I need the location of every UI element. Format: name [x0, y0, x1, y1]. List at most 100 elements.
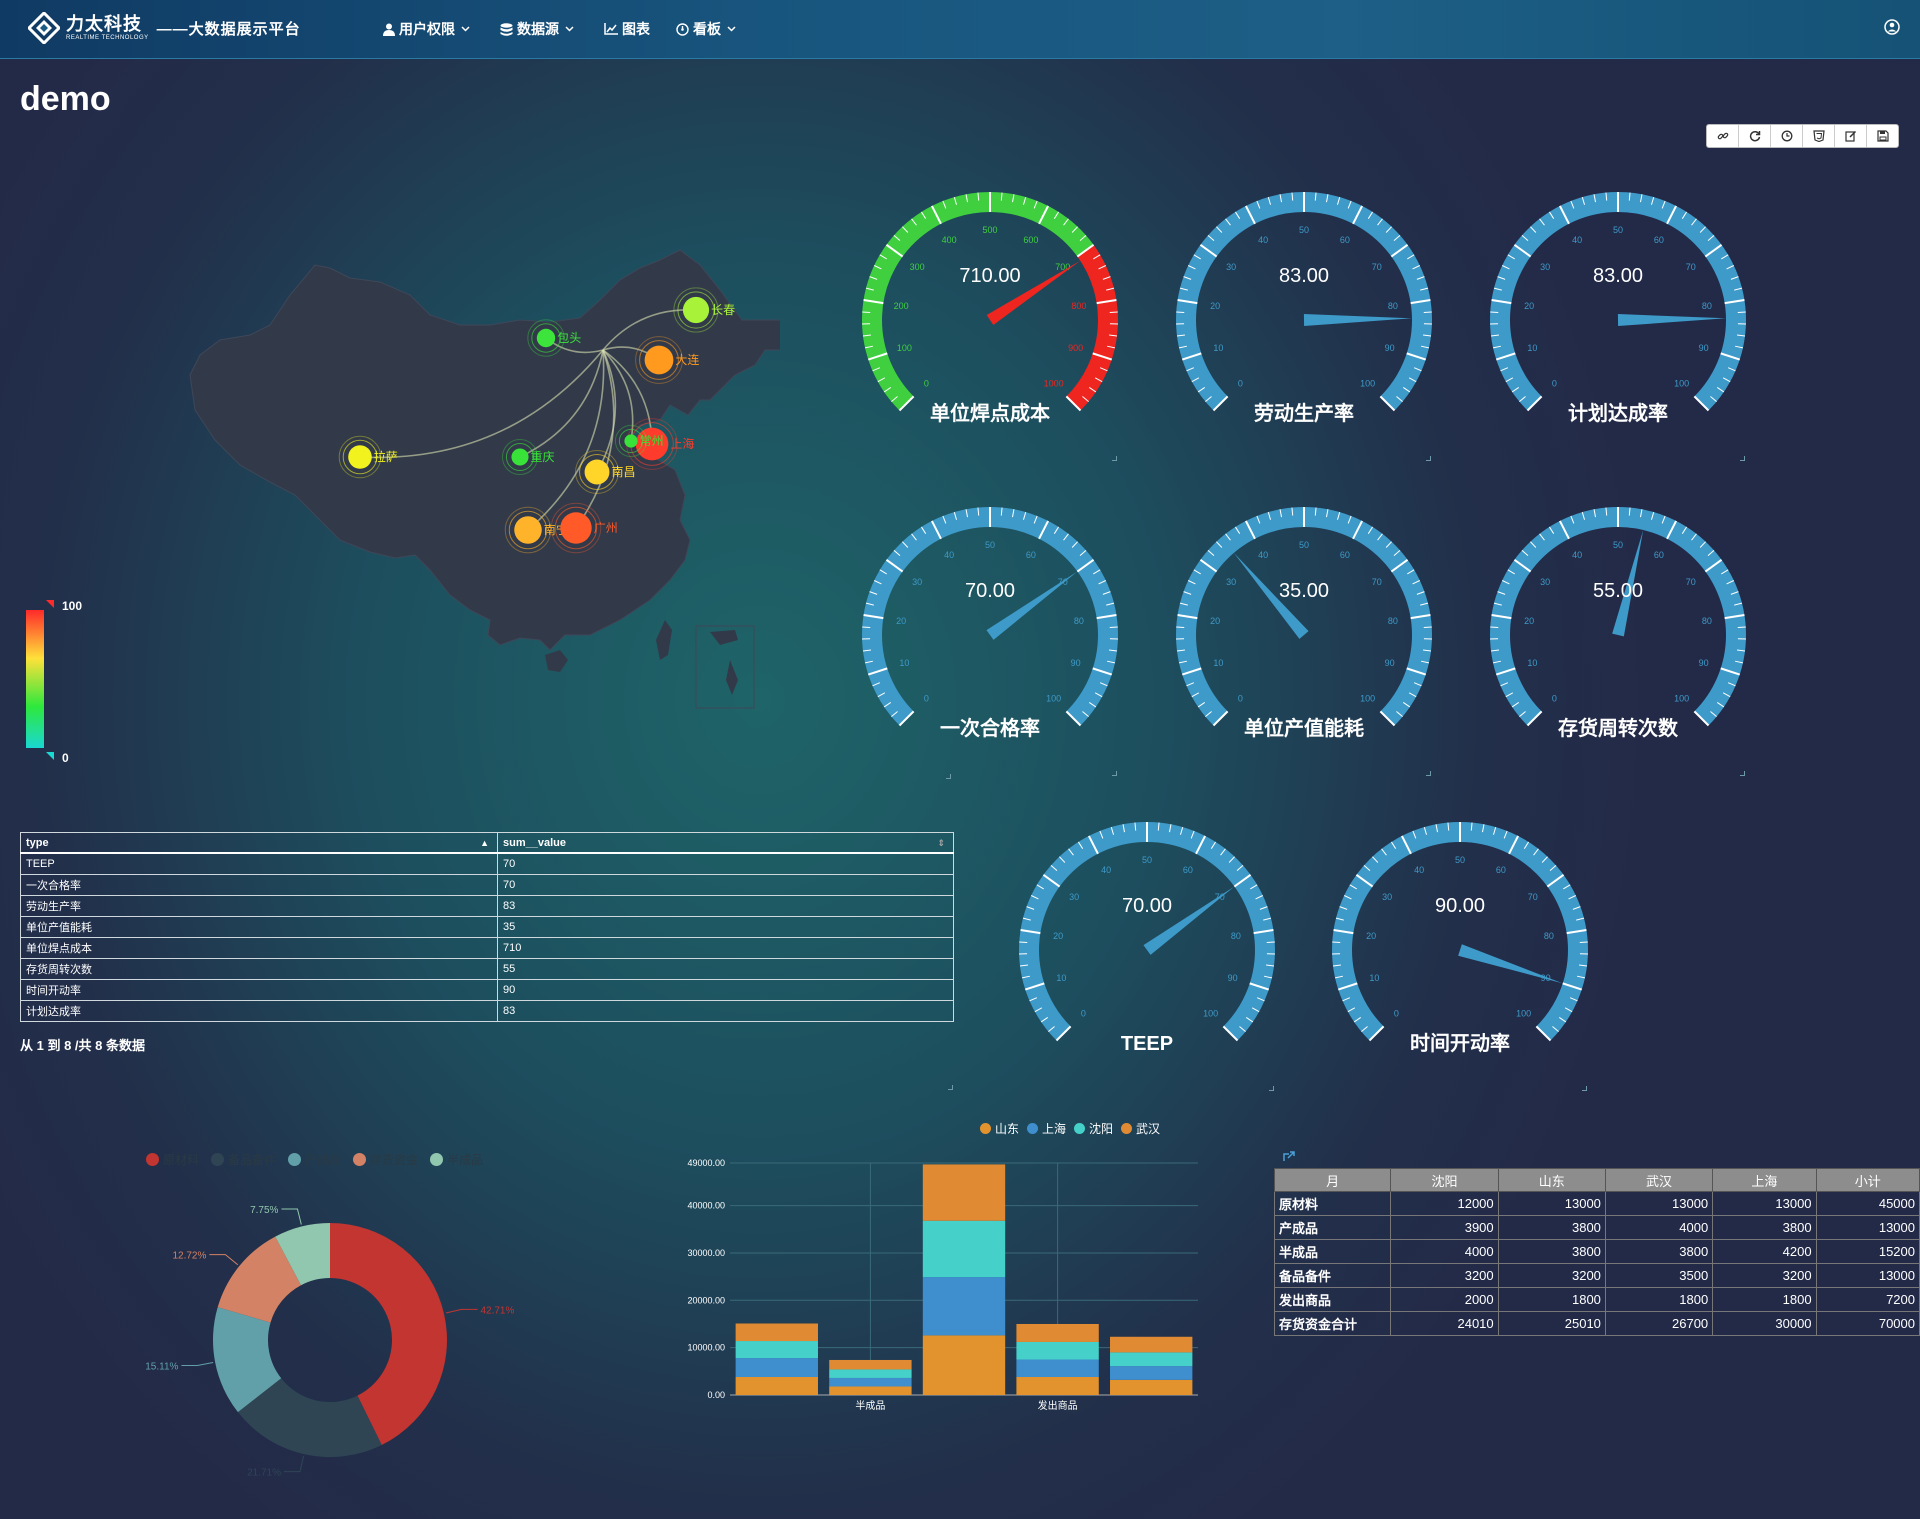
save-button[interactable] [1867, 125, 1898, 147]
resize-handle[interactable] [946, 774, 951, 779]
chevron-down-icon [461, 26, 470, 32]
bar-segment[interactable] [922, 1335, 1006, 1395]
resize-handle[interactable] [1426, 771, 1431, 776]
legend-item[interactable]: 山东 [980, 1120, 1019, 1137]
legend-item[interactable]: 原材料 [146, 1151, 199, 1168]
table-row[interactable]: 时间开动率 90 [20, 979, 954, 1001]
pivot-row: 产成品 3900 3800 4000 3800 13000 [1273, 1215, 1920, 1240]
bar-segment[interactable] [1110, 1366, 1193, 1380]
edit-button[interactable] [1835, 125, 1867, 147]
gauge-scale-label: 40 [1258, 550, 1268, 560]
bar-segment[interactable] [1016, 1377, 1099, 1395]
city-dot [644, 345, 674, 375]
schedule-button[interactable] [1771, 125, 1803, 147]
export-icon[interactable] [1283, 1150, 1295, 1162]
bar-segment[interactable] [922, 1220, 1006, 1278]
resize-handle[interactable] [1740, 456, 1745, 461]
scale-handle-top[interactable] [46, 600, 54, 608]
link-button[interactable] [1707, 125, 1739, 147]
pivot-row-header: 原材料 [1273, 1191, 1392, 1216]
css-icon [1812, 130, 1825, 142]
hainan-island [545, 650, 568, 672]
gauge-scale-label: 0 [1552, 379, 1557, 389]
legend-dot [211, 1153, 225, 1166]
pivot-row-header: 发出商品 [1273, 1287, 1392, 1312]
bar-segment[interactable] [1016, 1323, 1099, 1342]
column-header-sum-value[interactable]: sum__value ⇕ [497, 832, 954, 854]
resize-handle[interactable] [1112, 456, 1117, 461]
legend-item[interactable]: 半成品 [430, 1151, 483, 1168]
account-icon[interactable] [1884, 19, 1900, 35]
pivot-cell: 1800 [1712, 1287, 1817, 1312]
gauge-scale-label: 0 [924, 694, 929, 704]
table-row[interactable]: 计划达成率 83 [20, 1000, 954, 1022]
css-button[interactable] [1803, 125, 1835, 147]
nav-dashboard[interactable]: 看板 [676, 19, 740, 39]
scale-handle-bottom[interactable] [46, 752, 54, 760]
bar-segment[interactable] [1016, 1359, 1099, 1378]
table-row[interactable]: TEEP 70 [20, 852, 954, 875]
nav-datasource[interactable]: 数据源 [500, 19, 578, 39]
legend-item[interactable]: 备品备件 [211, 1151, 276, 1168]
bar-segment[interactable] [922, 1164, 1006, 1221]
legend-item[interactable]: 存货资金 [353, 1151, 418, 1168]
pivot-header[interactable]: 武汉 [1604, 1168, 1714, 1192]
legend-label: 半成品 [447, 1153, 484, 1167]
table-row[interactable]: 存货周转次数 55 [20, 958, 954, 980]
brand-name: 力太科技 [66, 14, 142, 34]
bar-segment[interactable] [1110, 1336, 1193, 1353]
bar-segment[interactable] [735, 1323, 818, 1342]
chevron-down-icon [565, 26, 574, 32]
resize-handle[interactable] [1582, 1086, 1587, 1091]
bar-segment[interactable] [735, 1358, 818, 1378]
visual-map-scale[interactable] [26, 610, 44, 748]
gauge-scale-label: 30 [1069, 892, 1079, 902]
bar-segment[interactable] [735, 1377, 818, 1395]
gauge-scale-label: 80 [1544, 931, 1554, 941]
bar-legend: 山东 上海 沈阳 武汉 [980, 1120, 1168, 1137]
city-dot [584, 459, 610, 485]
bar-segment[interactable] [735, 1341, 818, 1359]
pivot-header[interactable]: 沈阳 [1390, 1168, 1499, 1192]
pivot-header[interactable]: 小计 [1815, 1168, 1920, 1192]
gauge-value: 83.00 [1279, 265, 1329, 287]
resize-handle[interactable] [948, 1085, 953, 1090]
gauge-scale-label: 40 [1101, 865, 1111, 875]
resize-handle[interactable] [1269, 1086, 1274, 1091]
legend-item[interactable]: 上海 [1027, 1120, 1066, 1137]
gauge-scale-label: 50 [1299, 540, 1309, 550]
refresh-button[interactable] [1739, 125, 1771, 147]
gauge-chart: 0 100 200 300 400 500 600 700 800 900 1000 710.00 单位… [862, 192, 1118, 425]
legend-item[interactable]: 产成品 [288, 1151, 341, 1168]
bar-segment[interactable] [829, 1359, 912, 1370]
legend-item[interactable]: 沈阳 [1074, 1120, 1113, 1137]
bar-segment[interactable] [1110, 1352, 1193, 1367]
nav-charts[interactable]: 图表 [604, 19, 650, 39]
brand-logo[interactable]: 力太科技 REALTIME TECHNOLOGY ——大数据展示平台 [28, 12, 301, 44]
table-row[interactable]: 单位产值能耗 35 [20, 916, 954, 938]
bar-segment[interactable] [1110, 1379, 1193, 1395]
bar-segment[interactable] [829, 1386, 912, 1395]
inventory-stacked-bar-chart: 0.00 10000.00 20000.00 30000.00 40000.00 4900… [687, 1158, 1198, 1412]
resize-handle[interactable] [1426, 456, 1431, 461]
pivot-header[interactable]: 月 [1273, 1168, 1392, 1192]
pivot-cell: 15200 [1815, 1239, 1920, 1264]
table-row[interactable]: 一次合格率 70 [20, 874, 954, 896]
pivot-cell: 3800 [1712, 1215, 1817, 1240]
bar-segment[interactable] [922, 1277, 1006, 1336]
legend-item[interactable]: 武汉 [1121, 1120, 1160, 1137]
pivot-header[interactable]: 上海 [1712, 1168, 1817, 1192]
gauge-scale-label: 400 [942, 235, 957, 245]
pivot-cell: 25010 [1497, 1311, 1606, 1336]
table-row[interactable]: 单位焊点成本 710 [20, 937, 954, 959]
table-row[interactable]: 劳动生产率 83 [20, 895, 954, 917]
link-icon [1717, 132, 1728, 140]
pivot-header[interactable]: 山东 [1497, 1168, 1606, 1192]
bar-segment[interactable] [829, 1369, 912, 1378]
bar-segment[interactable] [1016, 1341, 1099, 1360]
column-header-type[interactable]: type ▲ [20, 832, 498, 854]
bar-segment[interactable] [829, 1377, 912, 1387]
resize-handle[interactable] [1112, 771, 1117, 776]
resize-handle[interactable] [1740, 771, 1745, 776]
nav-user-permissions[interactable]: 用户权限 [383, 19, 474, 39]
